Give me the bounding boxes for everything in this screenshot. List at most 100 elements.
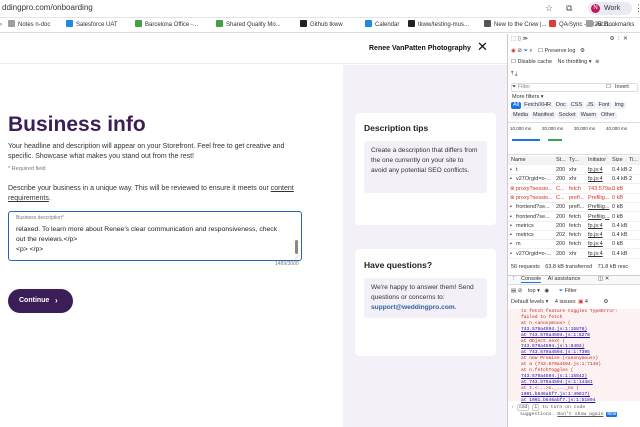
sidebar-toggle-icon[interactable]: ▤ bbox=[511, 288, 516, 294]
bookmarks-overflow-icon[interactable]: » bbox=[566, 20, 569, 30]
type-filter-chip[interactable]: Wasm bbox=[578, 112, 598, 119]
device-icon[interactable]: ▯ bbox=[518, 36, 521, 42]
cell-initiator[interactable]: Prefilig... bbox=[588, 213, 609, 222]
throttling-select[interactable]: No throttling bbox=[558, 59, 588, 65]
cell-initiator[interactable]: fp.js:4 bbox=[588, 175, 603, 184]
column-header[interactable]: Ti... bbox=[629, 156, 638, 165]
close-icon[interactable]: ✕ bbox=[477, 40, 488, 54]
cell-initiator[interactable]: Prefilig... bbox=[588, 203, 609, 212]
console-filter-icon[interactable]: ⏷ bbox=[559, 288, 563, 294]
menu-icon[interactable]: ⋮ bbox=[634, 2, 640, 14]
support-email-link[interactable]: support@weddingpro.com bbox=[371, 304, 455, 311]
drawer-dock-icon[interactable]: ◫ bbox=[598, 276, 603, 282]
levels-chevron-icon[interactable]: ▾ bbox=[546, 299, 549, 305]
cell-initiator[interactable]: fp.js:4 bbox=[588, 222, 603, 231]
devtools-close-icon[interactable]: ✕ bbox=[623, 36, 628, 42]
upload-icon[interactable]: ⤒ bbox=[511, 71, 513, 77]
drawer-menu-icon[interactable]: ⋮ bbox=[511, 276, 517, 282]
column-header[interactable]: Size bbox=[612, 156, 623, 165]
wifi-icon[interactable]: ≋ bbox=[595, 59, 600, 65]
type-filter-chip[interactable]: CSS bbox=[568, 102, 585, 109]
star-icon[interactable]: ☆ bbox=[545, 2, 553, 14]
clear-icon[interactable]: ⊘ bbox=[517, 48, 522, 54]
type-filter-chip[interactable]: Doc bbox=[554, 102, 568, 109]
panel-switch-icon[interactable]: ≫ bbox=[522, 36, 528, 42]
network-request-row[interactable]: v27Orgid=o-... 200 xhr fp.js:4 0.4 kB 2 ▪ bbox=[508, 175, 640, 185]
network-request-row[interactable]: v27Orgid=o-... 200 xhr fp.js:4 0.4 kB ▪ bbox=[508, 250, 640, 259]
console-settings-icon[interactable]: ⚙ bbox=[603, 299, 608, 305]
network-request-row[interactable]: proxy?sessio... C... fetch 743.579a... 0 kB ⊗ bbox=[508, 185, 640, 194]
issues-label[interactable]: 4 issues: bbox=[555, 299, 577, 305]
type-filter-chip[interactable]: Media bbox=[511, 112, 530, 119]
type-filter-chip[interactable]: Font bbox=[596, 102, 612, 109]
bookmark-item[interactable]: Barcelona Office -... bbox=[135, 20, 198, 30]
bookmark-item[interactable]: Shared Quality Mo... bbox=[216, 20, 281, 30]
network-request-row[interactable]: m 200 fetch fp.js:4 0 kB ▪ bbox=[508, 240, 640, 250]
live-expression-eye-icon[interactable]: ◉ bbox=[544, 288, 549, 294]
cell-initiator[interactable]: fp.js:4 bbox=[588, 166, 603, 175]
chevron-down-icon[interactable]: ▾ bbox=[589, 59, 592, 65]
settings-gear-icon[interactable]: ⚙ bbox=[610, 36, 615, 42]
cell-initiator[interactable]: fp.js:4 bbox=[588, 231, 603, 240]
business-description-field[interactable]: Business description* relaxed. To learn … bbox=[8, 211, 302, 261]
timeline-overview[interactable]: 10,000 ms 20,000 ms 30,000 ms 40,000 ms bbox=[508, 122, 640, 155]
continue-button[interactable]: Continue › bbox=[8, 289, 73, 313]
default-levels-select[interactable]: Default levels bbox=[511, 299, 544, 305]
cell-initiator[interactable]: fp.js:4 bbox=[588, 250, 603, 259]
column-header[interactable]: Initiator bbox=[588, 156, 606, 165]
type-filter-chip[interactable]: All bbox=[511, 102, 522, 109]
download-icon[interactable]: ⤓ bbox=[515, 71, 517, 77]
preserve-log-checkbox[interactable]: ☐ bbox=[538, 48, 543, 54]
console-filter-label[interactable]: Filter bbox=[565, 288, 577, 294]
drawer-close-icon[interactable]: ✕ bbox=[605, 276, 610, 282]
network-settings-icon[interactable]: ⚙ bbox=[580, 48, 585, 54]
more-filters[interactable]: More filters ▾ bbox=[512, 94, 544, 101]
column-header[interactable]: Ty... bbox=[569, 156, 579, 165]
devtools-menu-icon[interactable]: ⋮ bbox=[616, 36, 622, 42]
bookmark-item[interactable]: tkww/testing-mus... bbox=[408, 20, 469, 30]
tab-console[interactable]: Console bbox=[521, 276, 542, 283]
context-chevron-icon[interactable]: ▾ bbox=[537, 288, 540, 294]
record-icon[interactable]: ◉ bbox=[511, 48, 516, 54]
network-request-row[interactable]: metrics 200 fetch fp.js:4 0.4 kB ▪ bbox=[508, 222, 640, 231]
network-request-row[interactable]: metrics 202 fetch fp.js:4 0.4 kB ▪ bbox=[508, 231, 640, 241]
column-header[interactable]: Name bbox=[511, 156, 526, 165]
type-filter-chip[interactable]: JS bbox=[585, 102, 596, 109]
column-header[interactable]: St... bbox=[556, 156, 566, 165]
type-filter-chip[interactable]: Fetch/XHR bbox=[522, 102, 554, 109]
bookmark-item[interactable]: Salesforce UAT bbox=[66, 20, 118, 30]
bookmark-item[interactable]: Github tkww bbox=[300, 20, 343, 30]
all-bookmarks-button[interactable]: All Bookmarks bbox=[586, 20, 634, 30]
cell-initiator[interactable]: Prefilig... bbox=[588, 194, 609, 203]
network-request-row[interactable]: proxy?sessio... C... prefl... Prefilig... 0 … bbox=[508, 194, 640, 203]
invert-checkbox[interactable]: ☐ bbox=[606, 84, 611, 91]
bookmark-arrow-icon[interactable]: › bbox=[0, 20, 2, 30]
stack-trace-link[interactable]: at 1001.b646abf7.js:1:51894 bbox=[521, 398, 640, 404]
console-prompt[interactable]: › cmd i to turn on code suggestions. Don… bbox=[511, 404, 640, 418]
type-filter-chip[interactable]: Other bbox=[599, 112, 617, 119]
inspect-icon[interactable]: ⬚ bbox=[511, 36, 516, 42]
disable-cache-checkbox[interactable]: ☐ bbox=[511, 59, 516, 65]
console-clear-icon[interactable]: ⊘ bbox=[518, 288, 523, 294]
network-request-row[interactable]: frontend?se... 200 fetch Prefilig... 0 kB ▪ bbox=[508, 213, 640, 222]
filter-box[interactable]: ⏷ Filter ☐ Invert bbox=[511, 83, 638, 92]
bookmark-item[interactable]: New to the Crew |... bbox=[484, 20, 547, 30]
profile-button[interactable]: N Work bbox=[588, 2, 632, 15]
bookmark-item[interactable]: Notes n-doc bbox=[8, 20, 50, 30]
dont-show-again-link[interactable]: Don't show again bbox=[557, 412, 603, 417]
business-description-input[interactable]: relaxed. To learn more about Renee's cle… bbox=[16, 225, 284, 255]
context-select[interactable]: top bbox=[528, 288, 536, 294]
network-request-row[interactable]: t 200 xhr fp.js:4 0.4 kB 2 ▪ bbox=[508, 166, 640, 175]
type-filter-chip[interactable]: Img bbox=[612, 102, 626, 109]
type-filter-chip[interactable]: Manifest bbox=[530, 112, 556, 119]
textarea-scrollbar[interactable] bbox=[295, 240, 298, 254]
extensions-icon[interactable]: ⧉ bbox=[566, 2, 572, 14]
type-filter-chip[interactable]: Socket bbox=[556, 112, 578, 119]
tab-ai-assistance[interactable]: AI assistance bbox=[548, 276, 581, 282]
cell-initiator[interactable]: fp.js:4 bbox=[588, 240, 603, 249]
search-icon[interactable]: ⌕ bbox=[529, 48, 532, 54]
bookmark-item[interactable]: Calendar bbox=[365, 20, 399, 30]
url-text[interactable]: ddingpro.com/onboarding bbox=[2, 3, 93, 12]
filter-icon[interactable]: ⏷ bbox=[523, 48, 527, 54]
network-request-row[interactable]: frontend?se... 200 prefl... Prefilig... 0 kB… bbox=[508, 203, 640, 213]
